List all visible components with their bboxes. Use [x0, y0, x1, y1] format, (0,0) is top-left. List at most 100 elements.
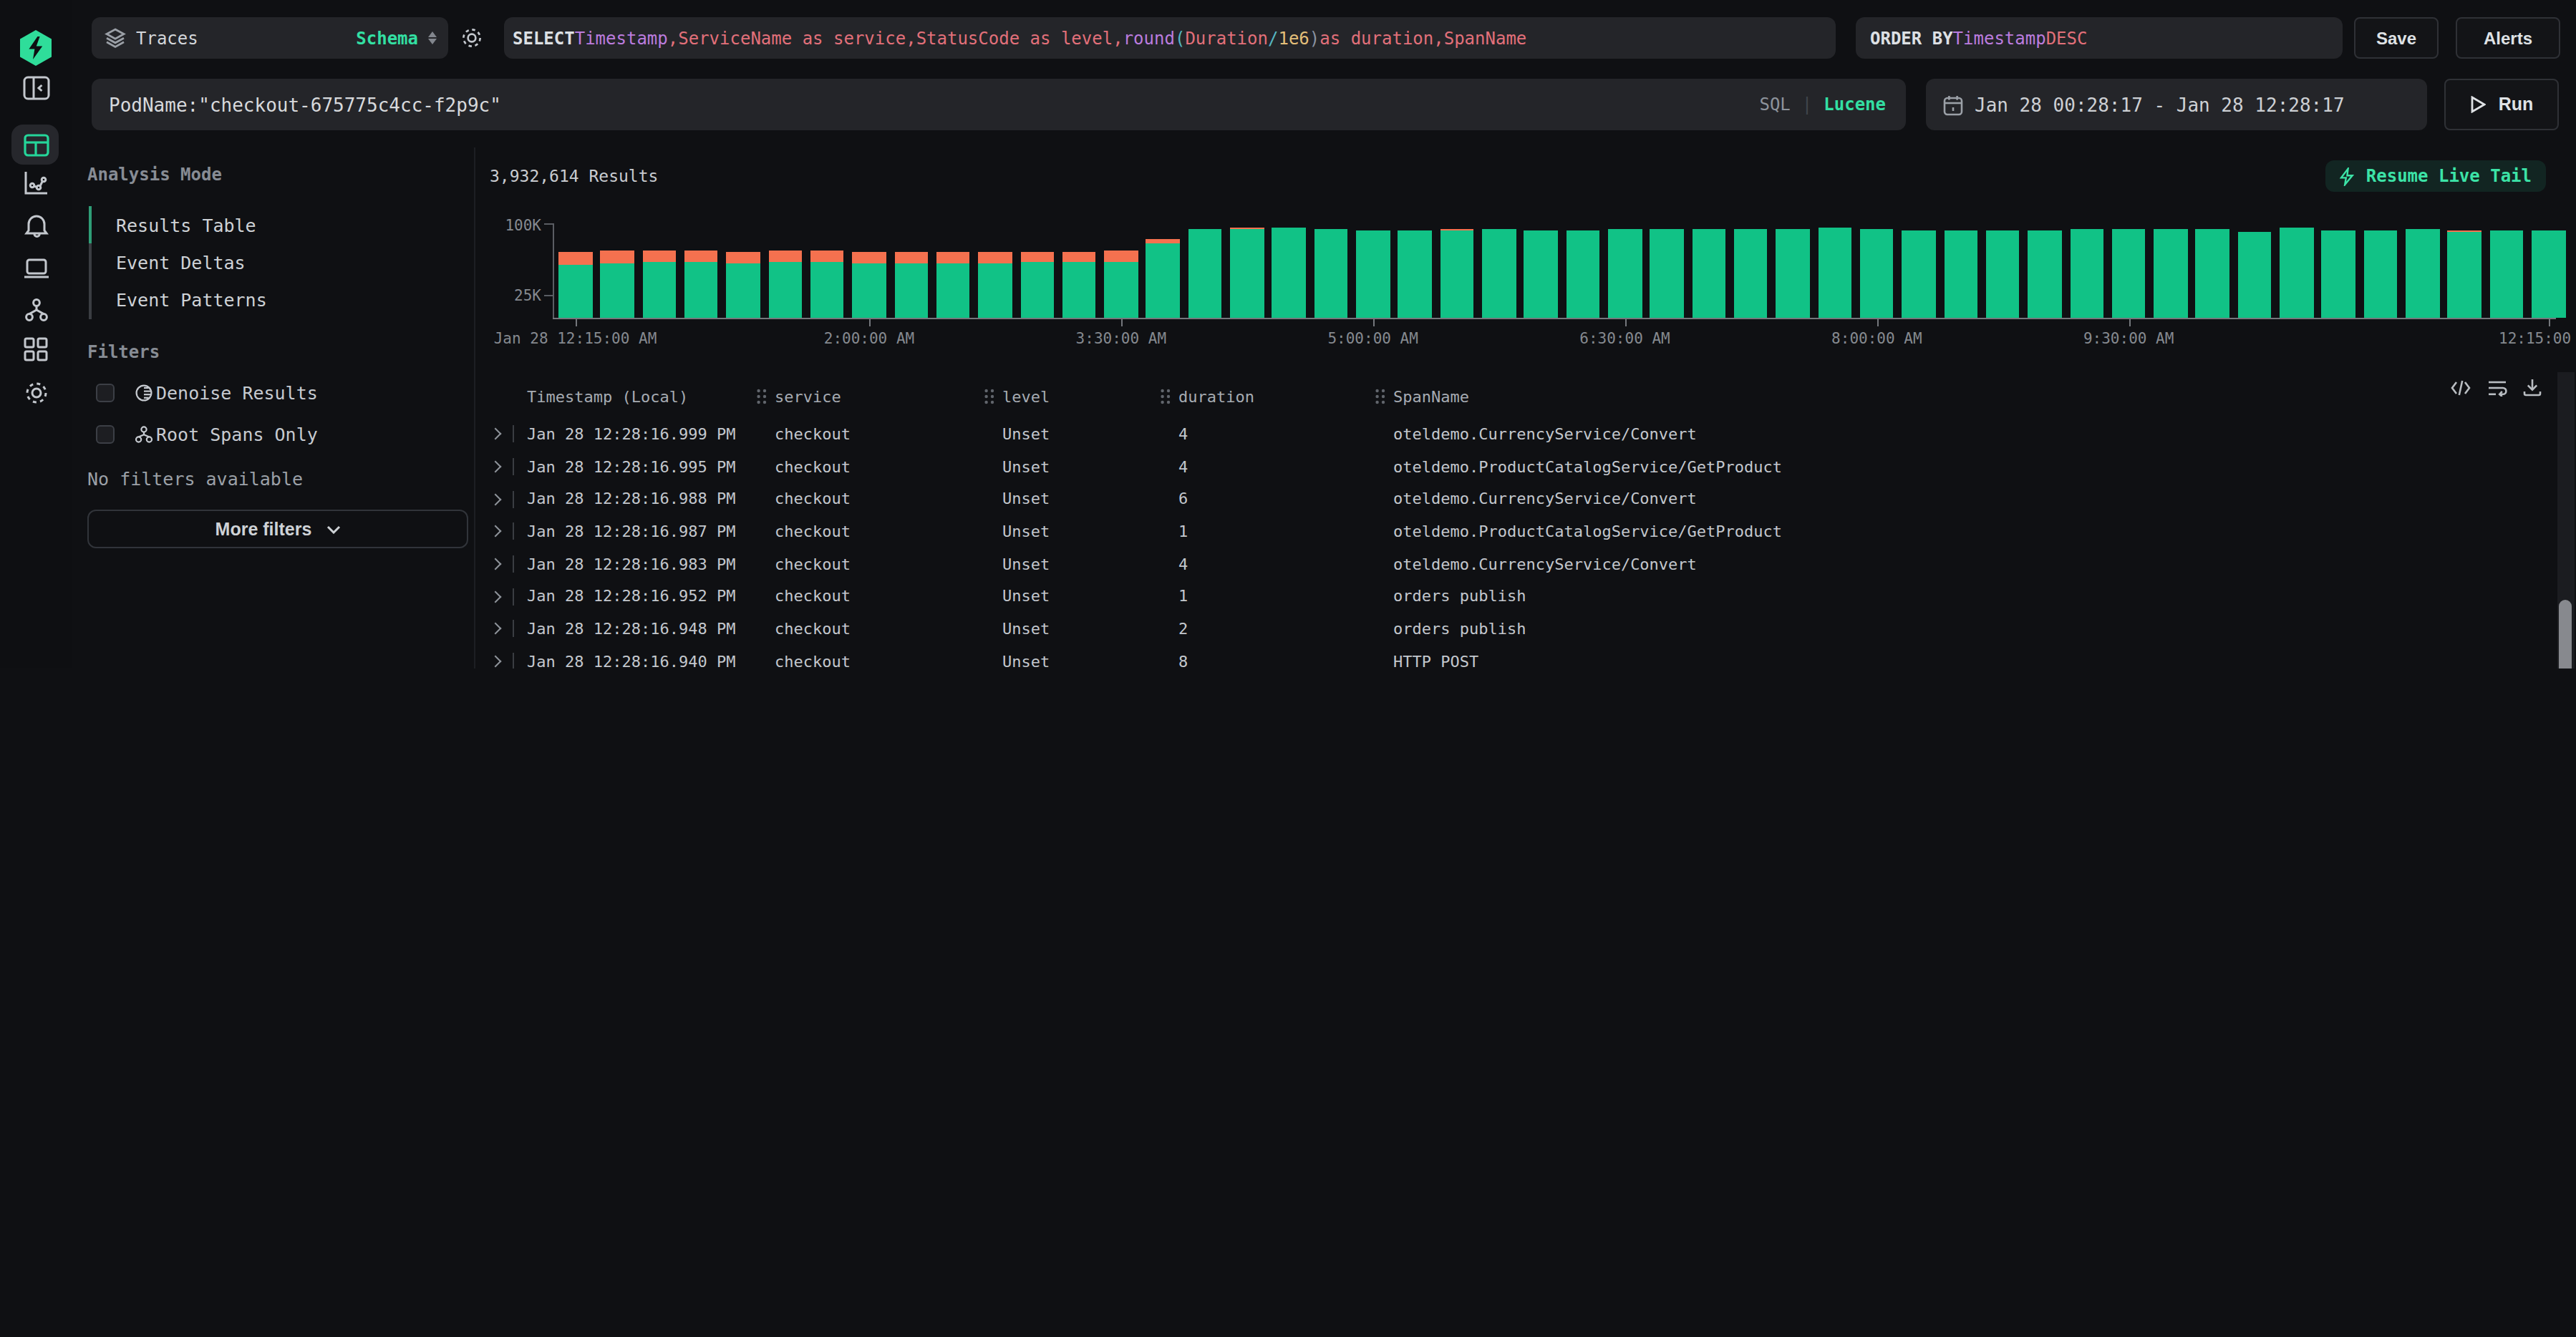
- filter-denoise-results[interactable]: Denoise Results: [96, 382, 318, 404]
- order-by-input[interactable]: ORDER BY Timestamp DESC: [1856, 17, 2343, 59]
- mode-sql[interactable]: SQL: [1759, 94, 1790, 115]
- table-row[interactable]: Jan 28 12:28:16.988 PMcheckoutUnset6otel…: [475, 483, 2576, 515]
- histogram-bar[interactable]: [894, 252, 928, 318]
- nav-service-map-icon[interactable]: [0, 292, 72, 326]
- histogram-bar[interactable]: [1734, 229, 1768, 318]
- table-row[interactable]: Jan 28 12:28:16.940 PMcheckoutUnset8HTTP…: [475, 646, 2576, 668]
- more-filters-button[interactable]: More filters: [87, 510, 468, 548]
- run-button[interactable]: Run: [2444, 79, 2559, 130]
- analysis-mode-event-deltas[interactable]: Event Deltas: [116, 244, 246, 281]
- histogram-bar[interactable]: [1188, 229, 1222, 318]
- expand-row-icon[interactable]: [490, 656, 502, 668]
- table-row[interactable]: Jan 28 12:28:16.999 PMcheckoutUnset4otel…: [475, 418, 2576, 450]
- histogram-bar[interactable]: [2489, 231, 2523, 318]
- histogram-bar[interactable]: [1776, 230, 1810, 318]
- histogram-bar[interactable]: [1272, 228, 1306, 318]
- histogram-bar[interactable]: [2364, 230, 2398, 318]
- download-icon[interactable]: [2523, 378, 2542, 397]
- histogram-bar[interactable]: [2028, 230, 2061, 318]
- drag-handle-icon[interactable]: [756, 388, 768, 405]
- nav-search-icon[interactable]: [0, 127, 72, 162]
- histogram-bar[interactable]: [558, 252, 592, 318]
- table-row[interactable]: Jan 28 12:28:16.952 PMcheckoutUnset1orde…: [475, 580, 2576, 613]
- filter-root-spans-only[interactable]: Root Spans Only: [96, 424, 318, 445]
- alerts-button[interactable]: Alerts: [2456, 17, 2560, 59]
- histogram-bar[interactable]: [1356, 230, 1390, 318]
- histogram-bar[interactable]: [936, 252, 970, 318]
- column-header-level[interactable]: level: [1002, 384, 1178, 409]
- histogram-bar[interactable]: [1902, 230, 1935, 318]
- histogram-bar[interactable]: [2448, 231, 2481, 318]
- histogram-bar[interactable]: [978, 252, 1012, 318]
- scrollbar-track[interactable]: [2557, 372, 2575, 668]
- expand-row-icon[interactable]: [490, 525, 502, 538]
- expand-row-icon[interactable]: [490, 493, 502, 505]
- root-spans-checkbox[interactable]: [96, 425, 115, 444]
- app-logo[interactable]: [0, 29, 72, 66]
- table-row[interactable]: Jan 28 12:28:16.987 PMcheckoutUnset1otel…: [475, 515, 2576, 548]
- table-row[interactable]: Jan 28 12:28:16.983 PMcheckoutUnset4otel…: [475, 548, 2576, 580]
- column-header-spanname[interactable]: SpanName: [1393, 384, 2576, 409]
- histogram-bar[interactable]: [2070, 230, 2103, 318]
- histogram-bar[interactable]: [1440, 229, 1473, 318]
- date-range-picker[interactable]: Jan 28 00:28:17 - Jan 28 12:28:17: [1926, 79, 2427, 130]
- search-input[interactable]: PodName:"checkout-675775c4cc-f2p9c" SQL …: [92, 79, 1906, 130]
- histogram-bar[interactable]: [852, 252, 886, 318]
- histogram-bar[interactable]: [1482, 229, 1516, 318]
- mode-lucene[interactable]: Lucene: [1824, 94, 1886, 115]
- histogram-bar[interactable]: [1146, 239, 1180, 318]
- drag-handle-icon[interactable]: [1375, 388, 1386, 405]
- histogram-bar[interactable]: [2532, 230, 2565, 318]
- expand-row-icon[interactable]: [490, 428, 502, 440]
- drag-handle-icon[interactable]: [984, 388, 995, 405]
- histogram-bar[interactable]: [1230, 228, 1264, 318]
- histogram-bar[interactable]: [1944, 230, 1977, 318]
- histogram-bar[interactable]: [2280, 228, 2313, 318]
- source-settings-gear-icon[interactable]: [450, 17, 493, 59]
- histogram-bar[interactable]: [2154, 229, 2187, 318]
- expand-row-icon[interactable]: [490, 558, 502, 570]
- nav-sessions-icon[interactable]: [0, 251, 72, 285]
- drag-handle-icon[interactable]: [1160, 388, 1171, 405]
- text-wrap-icon[interactable]: [2487, 379, 2507, 396]
- histogram-bar[interactable]: [1650, 229, 1684, 318]
- histogram-bar[interactable]: [1860, 230, 1894, 318]
- histogram-bar[interactable]: [601, 251, 634, 318]
- histogram-bar[interactable]: [768, 251, 802, 318]
- histogram-bar[interactable]: [1524, 230, 1558, 318]
- source-select[interactable]: Traces Schema: [92, 17, 448, 59]
- collapse-sidebar-icon[interactable]: [0, 70, 72, 104]
- sql-select-input[interactable]: SELECT Timestamp, ServiceName as service…: [504, 17, 1836, 59]
- histogram-bar[interactable]: [810, 251, 844, 318]
- histogram-bar[interactable]: [1608, 229, 1642, 318]
- histogram-bar[interactable]: [1692, 230, 1725, 318]
- histogram-bar[interactable]: [2406, 229, 2439, 318]
- analysis-mode-event-patterns[interactable]: Event Patterns: [116, 281, 267, 319]
- view-code-icon[interactable]: [2450, 379, 2471, 396]
- denoise-checkbox[interactable]: [96, 384, 115, 402]
- expand-row-icon[interactable]: [490, 461, 502, 473]
- histogram-bar[interactable]: [1566, 230, 1599, 318]
- column-header-duration[interactable]: duration: [1178, 384, 1393, 409]
- nav-alerts-icon[interactable]: [0, 208, 72, 242]
- expand-row-icon[interactable]: [490, 623, 502, 635]
- nav-chart-explorer-icon[interactable]: [0, 165, 72, 199]
- scrollbar-thumb[interactable]: [2558, 600, 2571, 668]
- expand-row-icon[interactable]: [490, 590, 502, 603]
- histogram-bar[interactable]: [727, 252, 760, 318]
- histogram-bar[interactable]: [2196, 229, 2229, 318]
- schema-label[interactable]: Schema: [356, 28, 418, 48]
- histogram-bar[interactable]: [1818, 227, 1851, 318]
- histogram-bar[interactable]: [642, 251, 676, 318]
- analysis-mode-results-table[interactable]: Results Table: [116, 206, 256, 243]
- histogram-bar[interactable]: [2322, 230, 2355, 318]
- column-header-timestamp-local-[interactable]: Timestamp (Local): [527, 384, 775, 409]
- table-row[interactable]: Jan 28 12:28:16.995 PMcheckoutUnset4otel…: [475, 450, 2576, 482]
- histogram-bar[interactable]: [1062, 252, 1096, 318]
- histogram-bar[interactable]: [684, 251, 718, 318]
- histogram-bar[interactable]: [2112, 229, 2146, 318]
- histogram-bar[interactable]: [1104, 251, 1138, 318]
- column-header-service[interactable]: service: [775, 384, 1002, 409]
- histogram-bar[interactable]: [1314, 229, 1348, 318]
- table-row[interactable]: Jan 28 12:28:16.948 PMcheckoutUnset2orde…: [475, 613, 2576, 645]
